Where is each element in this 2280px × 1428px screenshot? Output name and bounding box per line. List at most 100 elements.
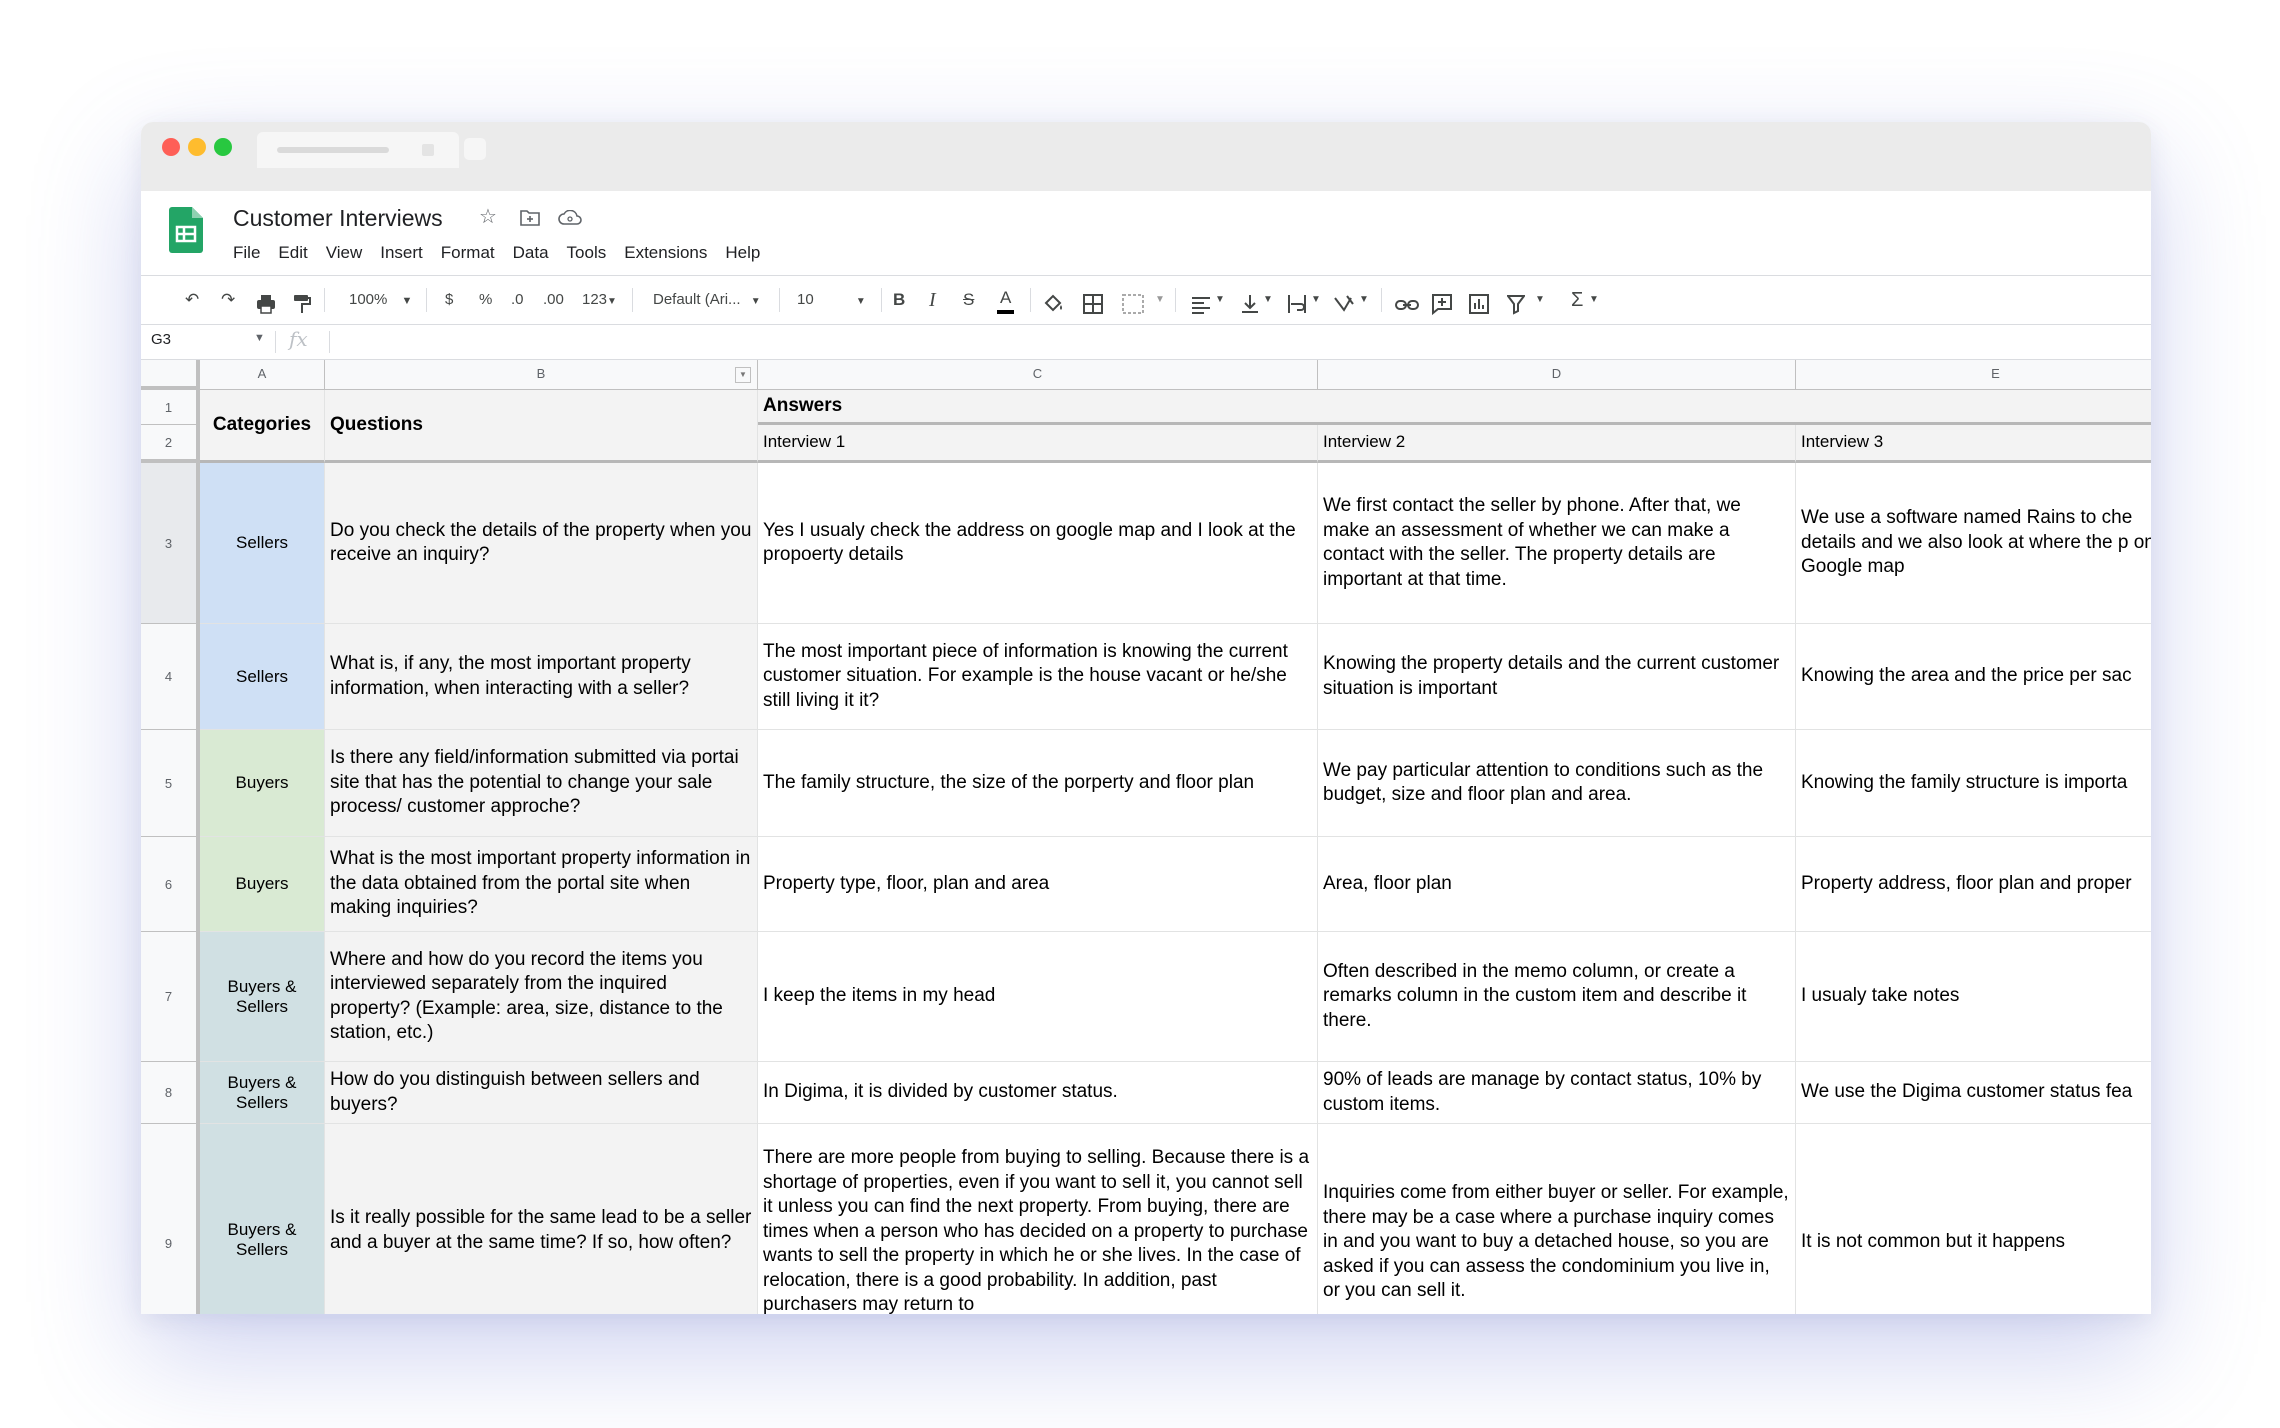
- decrease-decimal-button[interactable]: .0: [511, 286, 524, 314]
- document-title[interactable]: Customer Interviews: [233, 205, 443, 232]
- answer-cell[interactable]: 90% of leads are manage by contact statu…: [1318, 1062, 1796, 1124]
- more-formats-button[interactable]: 123▼: [582, 286, 617, 314]
- font-family-select[interactable]: Default (Ari... ▼: [653, 286, 761, 314]
- row-header-3[interactable]: 3: [141, 463, 200, 624]
- tab-close-icon[interactable]: [422, 144, 434, 156]
- row-header-7[interactable]: 7: [141, 932, 200, 1062]
- row-header-5[interactable]: 5: [141, 730, 200, 837]
- chevron-down-icon[interactable]: ▼: [254, 332, 265, 344]
- strikethrough-button[interactable]: S: [963, 286, 974, 314]
- vertical-align-icon[interactable]: [1241, 290, 1259, 318]
- answer-cell[interactable]: In Digima, it is divided by customer sta…: [758, 1062, 1318, 1124]
- text-wrapping-icon[interactable]: [1287, 290, 1307, 318]
- text-color-button[interactable]: A: [997, 286, 1015, 314]
- insert-chart-icon[interactable]: [1469, 290, 1489, 318]
- category-cell[interactable]: Buyers & Sellers: [200, 1062, 325, 1124]
- format-currency-button[interactable]: $: [445, 286, 453, 314]
- bold-button[interactable]: B: [893, 286, 905, 314]
- category-cell[interactable]: Sellers: [200, 624, 325, 730]
- menu-edit[interactable]: Edit: [278, 243, 307, 263]
- close-window-button[interactable]: [162, 138, 180, 156]
- menu-file[interactable]: File: [233, 243, 260, 263]
- chevron-down-icon[interactable]: ▼: [1311, 286, 1321, 314]
- answer-cell[interactable]: Knowing the property details and the cur…: [1318, 624, 1796, 730]
- minimize-window-button[interactable]: [188, 138, 206, 156]
- answer-cell[interactable]: I keep the items in my head: [758, 932, 1318, 1062]
- select-all-corner[interactable]: [141, 360, 200, 390]
- header-interview-1[interactable]: Interview 1: [758, 425, 1318, 463]
- cloud-status-icon[interactable]: [558, 210, 582, 226]
- increase-decimal-button[interactable]: .00: [543, 286, 564, 314]
- text-rotation-icon[interactable]: [1333, 290, 1355, 318]
- category-cell[interactable]: Buyers & Sellers: [200, 932, 325, 1062]
- category-cell[interactable]: Sellers: [200, 463, 325, 624]
- menu-insert[interactable]: Insert: [380, 243, 423, 263]
- fill-color-icon[interactable]: [1043, 290, 1065, 318]
- chevron-down-icon[interactable]: ▼: [1215, 286, 1225, 314]
- category-cell[interactable]: Buyers: [200, 837, 325, 932]
- category-cell[interactable]: Buyers & Sellers: [200, 1124, 325, 1314]
- column-header-a[interactable]: A: [200, 360, 325, 390]
- undo-icon[interactable]: ↶: [185, 286, 199, 314]
- answer-cell[interactable]: Knowing the family structure is importa: [1796, 730, 2151, 837]
- maximize-window-button[interactable]: [214, 138, 232, 156]
- answer-cell[interactable]: We first contact the seller by phone. Af…: [1318, 463, 1796, 624]
- question-cell[interactable]: Is it really possible for the same lead …: [325, 1124, 758, 1314]
- answer-cell[interactable]: Yes I usualy check the address on google…: [758, 463, 1318, 624]
- merge-cells-icon[interactable]: [1122, 290, 1144, 318]
- zoom-select[interactable]: 100% ▼: [349, 286, 412, 314]
- column-header-c[interactable]: C: [758, 360, 1318, 390]
- menu-tools[interactable]: Tools: [567, 243, 607, 263]
- chevron-down-icon[interactable]: ▼: [1589, 286, 1599, 314]
- answer-cell[interactable]: Inquiries come from either buyer or sell…: [1318, 1124, 1796, 1314]
- new-tab-button[interactable]: [464, 138, 486, 160]
- insert-comment-icon[interactable]: [1432, 290, 1452, 318]
- chevron-down-icon[interactable]: ▼: [1359, 286, 1369, 314]
- chevron-down-icon[interactable]: ▼: [1263, 286, 1273, 314]
- answer-cell[interactable]: Knowing the area and the price per sac: [1796, 624, 2151, 730]
- menu-view[interactable]: View: [326, 243, 363, 263]
- question-cell[interactable]: Do you check the details of the property…: [325, 463, 758, 624]
- answer-cell[interactable]: Property address, floor plan and proper: [1796, 837, 2151, 932]
- menu-extensions[interactable]: Extensions: [624, 243, 707, 263]
- functions-button[interactable]: Σ: [1571, 286, 1583, 314]
- chevron-down-icon[interactable]: ▼: [1155, 286, 1165, 314]
- star-icon[interactable]: ☆: [479, 205, 497, 229]
- answer-cell[interactable]: Property type, floor, plan and area: [758, 837, 1318, 932]
- column-header-b[interactable]: B ▼: [325, 360, 758, 390]
- redo-icon[interactable]: ↷: [221, 286, 235, 314]
- category-cell[interactable]: Buyers: [200, 730, 325, 837]
- answer-cell[interactable]: The most important piece of information …: [758, 624, 1318, 730]
- chevron-down-icon[interactable]: ▼: [1535, 286, 1545, 314]
- answer-cell[interactable]: There are more people from buying to sel…: [758, 1124, 1318, 1314]
- column-header-d[interactable]: D: [1318, 360, 1796, 390]
- row-header-8[interactable]: 8: [141, 1062, 200, 1124]
- row-header-9[interactable]: 9: [141, 1124, 200, 1314]
- format-percent-button[interactable]: %: [479, 286, 492, 314]
- header-interview-3[interactable]: Interview 3: [1796, 425, 2151, 463]
- answer-cell[interactable]: It is not common but it happens: [1796, 1124, 2151, 1314]
- menu-data[interactable]: Data: [513, 243, 549, 263]
- answer-cell[interactable]: We use a software named Rains to che det…: [1796, 463, 2151, 624]
- row-header-1[interactable]: 1: [141, 390, 200, 425]
- insert-link-icon[interactable]: [1395, 291, 1419, 319]
- header-categories[interactable]: Categories: [200, 390, 325, 463]
- answer-cell[interactable]: Often described in the memo column, or c…: [1318, 932, 1796, 1062]
- answer-cell[interactable]: We pay particular attention to condition…: [1318, 730, 1796, 837]
- browser-tab[interactable]: [257, 132, 459, 168]
- menu-help[interactable]: Help: [725, 243, 760, 263]
- question-cell[interactable]: Is there any field/information submitted…: [325, 730, 758, 837]
- answer-cell[interactable]: The family structure, the size of the po…: [758, 730, 1318, 837]
- row-header-4[interactable]: 4: [141, 624, 200, 730]
- answer-cell[interactable]: I usualy take notes: [1796, 932, 2151, 1062]
- header-interview-2[interactable]: Interview 2: [1318, 425, 1796, 463]
- name-box[interactable]: G3: [151, 331, 171, 348]
- filter-dropdown-icon[interactable]: ▼: [735, 367, 751, 383]
- row-header-2[interactable]: 2: [141, 425, 200, 463]
- font-size-select[interactable]: 10 ▼: [797, 286, 866, 314]
- paint-format-icon[interactable]: [293, 290, 311, 318]
- answer-cell[interactable]: We use the Digima customer status fea: [1796, 1062, 2151, 1124]
- row-header-6[interactable]: 6: [141, 837, 200, 932]
- header-questions[interactable]: Questions: [325, 390, 758, 463]
- answer-cell[interactable]: Area, floor plan: [1318, 837, 1796, 932]
